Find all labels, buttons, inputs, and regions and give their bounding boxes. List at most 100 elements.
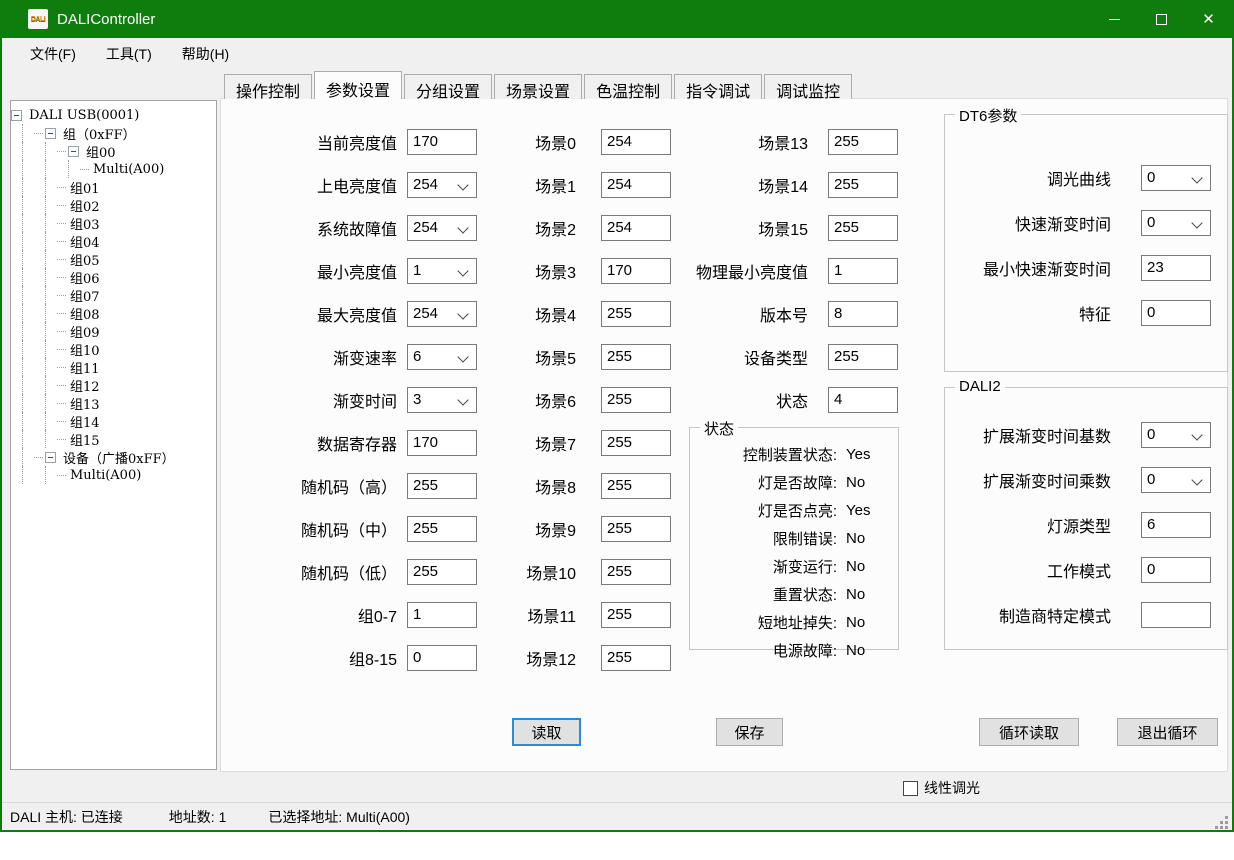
field-label: 最小快速渐变时间 [945, 256, 1111, 280]
input-状态[interactable] [828, 387, 898, 413]
input-场景7[interactable] [601, 430, 671, 456]
address-count: 地址数: 1 [169, 807, 227, 827]
maximize-button[interactable] [1138, 0, 1185, 38]
dropdown-扩展渐变时间乘数[interactable]: 0 [1141, 467, 1211, 493]
form-row: 场景10 [481, 550, 671, 593]
input-组8-15[interactable] [407, 645, 477, 671]
maximize-icon [1156, 14, 1167, 25]
tree-item[interactable]: 组10 [11, 340, 216, 358]
tree-item[interactable]: 组01 [11, 178, 216, 196]
input-场景8[interactable] [601, 473, 671, 499]
dali2-groupbox: DALI2 扩展渐变时间基数0扩展渐变时间乘数0灯源类型工作模式制造商特定模式 [944, 387, 1228, 650]
resize-grip[interactable] [1214, 814, 1230, 830]
input-设备类型[interactable] [828, 344, 898, 370]
input-场景9[interactable] [601, 516, 671, 542]
dropdown-快速渐变时间[interactable]: 0 [1141, 210, 1211, 236]
tab-0[interactable]: 操作控制 [224, 74, 312, 99]
menu-item-2[interactable]: 帮助(H) [167, 39, 244, 69]
tab-6[interactable]: 调试监控 [764, 74, 852, 99]
input-灯源类型[interactable] [1141, 512, 1211, 538]
input-随机码（中）[interactable] [407, 516, 477, 542]
dropdown-调光曲线[interactable]: 0 [1141, 165, 1211, 191]
input-场景1[interactable] [601, 172, 671, 198]
tab-1[interactable]: 参数设置 [314, 71, 402, 99]
dropdown-value: 0 [1147, 214, 1155, 231]
tree-item[interactable]: 组05 [11, 250, 216, 268]
tree-collapse-icon[interactable] [45, 128, 56, 139]
input-最小快速渐变时间[interactable] [1141, 255, 1211, 281]
tab-2[interactable]: 分组设置 [404, 74, 492, 99]
tree-item[interactable]: 组00 [11, 142, 216, 160]
loop-read-button[interactable]: 循环读取 [979, 718, 1079, 746]
tree-item[interactable]: 组03 [11, 214, 216, 232]
input-当前亮度值[interactable] [407, 129, 477, 155]
tree-item[interactable]: 组09 [11, 322, 216, 340]
tree-item[interactable]: 组07 [11, 286, 216, 304]
tree-item[interactable]: 组14 [11, 412, 216, 430]
dropdown-最大亮度值[interactable]: 254 [407, 301, 477, 327]
tree-item[interactable]: DALI USB(0001) [11, 106, 216, 124]
minimize-button[interactable] [1091, 0, 1138, 38]
input-场景6[interactable] [601, 387, 671, 413]
tree-item[interactable]: 组06 [11, 268, 216, 286]
tree-item-label: 组03 [68, 214, 102, 233]
input-场景5[interactable] [601, 344, 671, 370]
read-button[interactable]: 读取 [512, 718, 581, 746]
tree-item[interactable]: Multi(A00) [11, 160, 216, 178]
close-button[interactable]: ✕ [1185, 0, 1232, 38]
input-场景13[interactable] [828, 129, 898, 155]
tree-item[interactable]: Multi(A00) [11, 466, 216, 484]
input-特征[interactable] [1141, 300, 1211, 326]
input-物理最小亮度值[interactable] [828, 258, 898, 284]
field-label: 最大亮度值 [241, 302, 397, 326]
tab-3[interactable]: 场景设置 [494, 74, 582, 99]
dropdown-渐变速率[interactable]: 6 [407, 344, 477, 370]
menu-item-0[interactable]: 文件(F) [15, 39, 91, 69]
exit-loop-button[interactable]: 退出循环 [1117, 718, 1218, 746]
input-场景11[interactable] [601, 602, 671, 628]
tree-item[interactable]: 设备（广播0xFF） [11, 448, 216, 466]
dropdown-系统故障值[interactable]: 254 [407, 215, 477, 241]
dropdown-上电亮度值[interactable]: 254 [407, 172, 477, 198]
field-label: 组8-15 [241, 646, 397, 670]
status-value: Yes [846, 446, 870, 463]
tree-item[interactable]: 组02 [11, 196, 216, 214]
dropdown-渐变时间[interactable]: 3 [407, 387, 477, 413]
linear-dimming-checkbox[interactable] [903, 781, 918, 796]
input-随机码（高）[interactable] [407, 473, 477, 499]
dropdown-最小亮度值[interactable]: 1 [407, 258, 477, 284]
device-tree: DALI USB(0001)组（0xFF）组00Multi(A00)组01组02… [10, 100, 217, 770]
tree-collapse-icon[interactable] [68, 146, 79, 157]
save-button[interactable]: 保存 [716, 718, 783, 746]
input-场景4[interactable] [601, 301, 671, 327]
input-场景12[interactable] [601, 645, 671, 671]
menu-item-1[interactable]: 工具(T) [91, 39, 167, 69]
input-数据寄存器[interactable] [407, 430, 477, 456]
field-label: 工作模式 [945, 558, 1111, 582]
scene-device-column: 场景13场景14场景15物理最小亮度值版本号设备类型状态 [691, 120, 898, 421]
input-场景10[interactable] [601, 559, 671, 585]
input-版本号[interactable] [828, 301, 898, 327]
input-随机码（低）[interactable] [407, 559, 477, 585]
tree-collapse-icon[interactable] [11, 110, 22, 121]
input-制造商特定模式[interactable] [1141, 602, 1211, 628]
tree-item[interactable]: 组13 [11, 394, 216, 412]
tree-item[interactable]: 组（0xFF） [11, 124, 216, 142]
input-场景14[interactable] [828, 172, 898, 198]
tree-item[interactable]: 组11 [11, 358, 216, 376]
tab-4[interactable]: 色温控制 [584, 74, 672, 99]
input-组0-7[interactable] [407, 602, 477, 628]
input-工作模式[interactable] [1141, 557, 1211, 583]
linear-dimming-option[interactable]: 线性调光 [903, 778, 980, 798]
input-场景15[interactable] [828, 215, 898, 241]
tab-5[interactable]: 指令调试 [674, 74, 762, 99]
input-场景3[interactable] [601, 258, 671, 284]
tree-item[interactable]: 组08 [11, 304, 216, 322]
input-场景0[interactable] [601, 129, 671, 155]
tree-item[interactable]: 组04 [11, 232, 216, 250]
tree-item[interactable]: 组15 [11, 430, 216, 448]
dropdown-扩展渐变时间基数[interactable]: 0 [1141, 422, 1211, 448]
tree-collapse-icon[interactable] [45, 452, 56, 463]
input-场景2[interactable] [601, 215, 671, 241]
tree-item[interactable]: 组12 [11, 376, 216, 394]
